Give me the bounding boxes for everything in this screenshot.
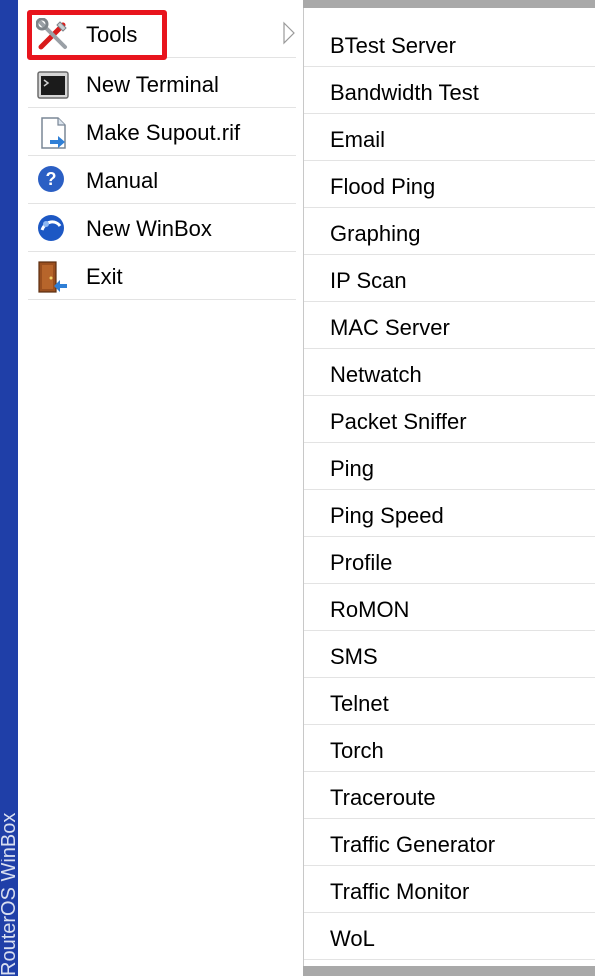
- submenu-item[interactable]: Flood Ping: [304, 161, 595, 208]
- submenu-item[interactable]: Ping: [304, 443, 595, 490]
- submenu-item[interactable]: Traffic Generator: [304, 819, 595, 866]
- submenu-item[interactable]: Graphing: [304, 208, 595, 255]
- submenu-item[interactable]: Netwatch: [304, 349, 595, 396]
- submenu-item[interactable]: SMS: [304, 631, 595, 678]
- submenu-item[interactable]: RoMON: [304, 584, 595, 631]
- submenu-item-label: WoL: [330, 926, 375, 951]
- menu-item-exit[interactable]: Exit: [28, 254, 296, 300]
- submenu-item-label: MAC Server: [330, 315, 450, 340]
- submenu-item[interactable]: Traffic Monitor: [304, 866, 595, 913]
- tools-highlight-box: [27, 10, 167, 60]
- submenu-bottom-edge: [303, 966, 595, 976]
- submenu-item-label: Flood Ping: [330, 174, 436, 199]
- submenu-item-label: Graphing: [330, 221, 421, 246]
- tools-submenu: BTest Server Bandwidth Test Email Flood …: [303, 0, 595, 976]
- submenu-item[interactable]: Bandwidth Test: [304, 67, 595, 114]
- submenu-item-label: Telnet: [330, 691, 389, 716]
- menu-item-new-terminal[interactable]: New Terminal: [28, 62, 296, 108]
- menu-item-label: Exit: [86, 264, 123, 289]
- submenu-item-label: SMS: [330, 644, 378, 669]
- submenu-item[interactable]: Profile: [304, 537, 595, 584]
- submenu-item[interactable]: WoL: [304, 913, 595, 960]
- sidebar-strip: RouterOS WinBox: [0, 0, 18, 976]
- file-export-icon: [36, 116, 70, 150]
- submenu-item-label: Ping: [330, 456, 375, 481]
- menu-item-label: Make Supout.rif: [86, 120, 241, 145]
- submenu-item[interactable]: Telnet: [304, 678, 595, 725]
- submenu-item-label: Bandwidth Test: [330, 80, 479, 105]
- winbox-screen: RouterOS WinBox Tools New Terminal Make …: [0, 0, 595, 976]
- submenu-item-label: IP Scan: [330, 268, 407, 293]
- sidebar-vertical-label: RouterOS WinBox: [1, 812, 17, 976]
- submenu-arrow-icon: [282, 21, 296, 45]
- submenu-item-label: Profile: [330, 550, 393, 575]
- submenu-item[interactable]: Traceroute: [304, 772, 595, 819]
- submenu-item-label: Packet Sniffer: [330, 409, 467, 434]
- main-menu: Tools New Terminal Make Supout.rif ? Man…: [18, 0, 300, 976]
- menu-item-new-winbox[interactable]: New WinBox: [28, 206, 296, 252]
- submenu-item-label: BTest Server: [330, 33, 456, 58]
- submenu-item-label: Traceroute: [330, 785, 436, 810]
- submenu-item-label: Traffic Monitor: [330, 879, 470, 904]
- winbox-icon: [36, 212, 70, 246]
- help-icon: ?: [36, 164, 70, 198]
- menu-item-make-supout[interactable]: Make Supout.rif: [28, 110, 296, 156]
- submenu-item[interactable]: Torch: [304, 725, 595, 772]
- submenu-item-label: Ping Speed: [330, 503, 444, 528]
- submenu-top-edge: [303, 0, 595, 8]
- menu-item-label: New WinBox: [86, 216, 212, 241]
- submenu-item-label: RoMON: [330, 597, 410, 622]
- svg-text:?: ?: [46, 169, 57, 189]
- exit-door-icon: [36, 260, 70, 294]
- submenu-item[interactable]: Ping Speed: [304, 490, 595, 537]
- submenu-item[interactable]: BTest Server: [304, 20, 595, 67]
- menu-item-manual[interactable]: ? Manual: [28, 158, 296, 204]
- submenu-item[interactable]: IP Scan: [304, 255, 595, 302]
- terminal-icon: [36, 68, 70, 102]
- submenu-item-label: Netwatch: [330, 362, 422, 387]
- menu-item-label: New Terminal: [86, 72, 219, 97]
- menu-item-label: Manual: [86, 168, 159, 193]
- submenu-item[interactable]: Email: [304, 114, 595, 161]
- submenu-item-label: Traffic Generator: [330, 832, 496, 857]
- submenu-item-label: Torch: [330, 738, 384, 763]
- submenu-item[interactable]: Packet Sniffer: [304, 396, 595, 443]
- submenu-item-label: Email: [330, 127, 386, 152]
- submenu-item[interactable]: MAC Server: [304, 302, 595, 349]
